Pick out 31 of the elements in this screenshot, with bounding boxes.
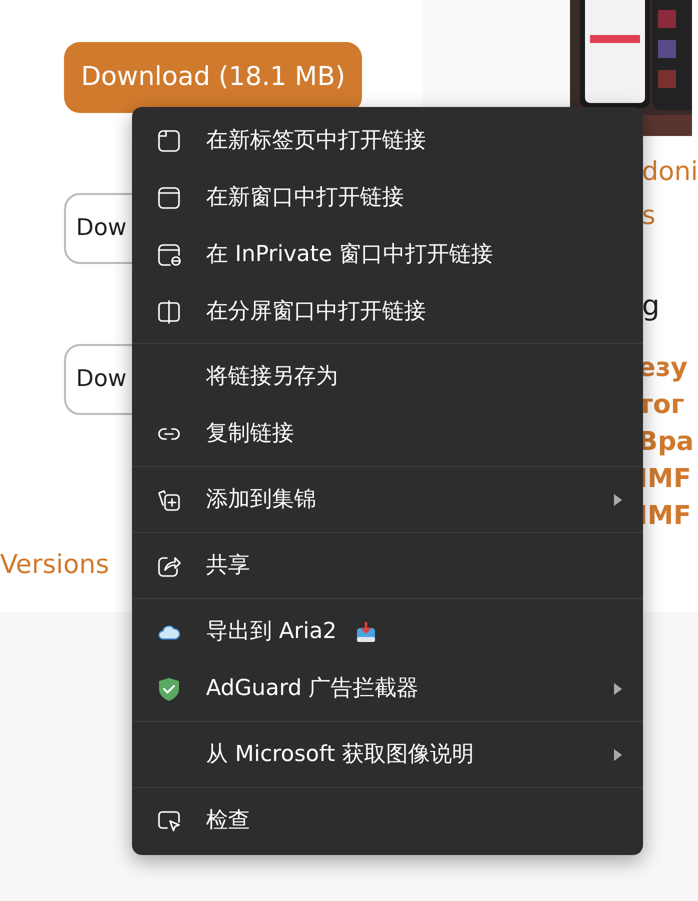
menu-item-label: AdGuard 广告拦截器: [206, 675, 419, 703]
menu-item-label: 从 Microsoft 获取图像说明: [206, 741, 474, 769]
menu-item[interactable]: 在新标签页中打开链接: [132, 112, 643, 169]
menu-item[interactable]: 共享: [132, 537, 643, 594]
menu-item-label: 添加到集锦: [206, 486, 316, 514]
menu-item-label: 在新标签页中打开链接: [206, 127, 426, 155]
menu-item[interactable]: 将链接另存为: [132, 348, 643, 405]
menu-item-label: 在 InPrivate 窗口中打开链接: [206, 241, 494, 269]
heading: g: [640, 292, 661, 320]
menu-item-label: 共享: [206, 552, 250, 580]
menu-item-label: 检查: [206, 807, 250, 835]
menu-item[interactable]: 添加到集锦: [132, 471, 643, 528]
menu-item-label: 在新窗口中打开链接: [206, 184, 404, 212]
menu-item[interactable]: 在新窗口中打开链接: [132, 169, 643, 226]
private-window-icon: [156, 242, 182, 268]
menu-item[interactable]: 从 Microsoft 获取图像说明: [132, 726, 643, 783]
download-tray-icon: [354, 620, 377, 644]
menu-item-label: 导出到 Aria2: [206, 618, 337, 646]
menu-item-label: 将链接另存为: [206, 363, 338, 391]
shield-icon: [156, 676, 182, 702]
menu-item-label: 复制链接: [206, 420, 294, 448]
window-icon: [156, 184, 182, 210]
menu-item[interactable]: 检查: [132, 792, 643, 849]
menu-item[interactable]: 复制链接: [132, 405, 643, 462]
menu-item[interactable]: 导出到 Aria2: [132, 603, 643, 660]
tab-icon: [156, 128, 182, 154]
menu-item[interactable]: AdGuard 广告拦截器: [132, 660, 643, 717]
split-screen-icon: [156, 298, 182, 324]
menu-item-label: 在分屏窗口中打开链接: [206, 298, 426, 326]
menu-item[interactable]: 在分屏窗口中打开链接: [132, 283, 643, 340]
menu-item[interactable]: 在 InPrivate 窗口中打开链接: [132, 226, 643, 283]
